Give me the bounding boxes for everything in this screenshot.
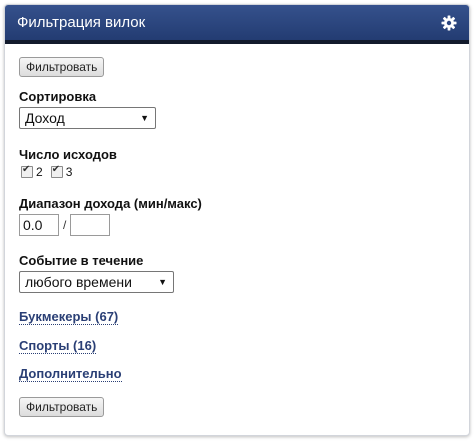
event-time-label: Событие в течение bbox=[19, 253, 144, 268]
sort-select[interactable]: Доход ▼ bbox=[19, 107, 156, 129]
dropdown-arrow-icon: ▼ bbox=[140, 113, 149, 123]
outcomes-checkboxes: 2 3 bbox=[19, 164, 117, 179]
income-range-section: Диапазон дохода (мин/макс) / bbox=[19, 196, 202, 236]
gear-icon[interactable] bbox=[441, 15, 457, 31]
event-time-select[interactable]: любого времени ▼ bbox=[19, 271, 174, 293]
dropdown-arrow-icon: ▼ bbox=[158, 277, 167, 287]
panel-title: Фильтрация вилок bbox=[17, 14, 146, 31]
outcome-option-3-label: 3 bbox=[65, 165, 73, 179]
sports-link[interactable]: Спорты (16) bbox=[19, 339, 97, 354]
panel-header: Фильтрация вилок bbox=[5, 5, 469, 44]
sort-selected-value: Доход bbox=[25, 110, 65, 126]
filter-button-bottom[interactable]: Фильтровать bbox=[19, 397, 105, 417]
filter-panel: Фильтрация вилок Фильтровать Сортировка … bbox=[4, 4, 470, 436]
outcome-option-2-label: 2 bbox=[36, 165, 43, 179]
outcomes-label: Число исходов bbox=[19, 147, 117, 162]
event-time-selected-value: любого времени bbox=[25, 274, 132, 290]
income-range-inputs: / bbox=[19, 214, 202, 236]
range-separator: / bbox=[63, 218, 67, 232]
bookmakers-link[interactable]: Букмекеры (67) bbox=[19, 310, 119, 325]
outcome-checkbox-2[interactable] bbox=[21, 164, 33, 178]
sort-label: Сортировка bbox=[19, 89, 97, 104]
income-min-input[interactable] bbox=[19, 214, 59, 236]
outcome-checkbox-3[interactable] bbox=[50, 164, 63, 178]
income-range-label: Диапазон дохода (мин/макс) bbox=[19, 196, 202, 211]
sort-section: Сортировка Доход ▼ bbox=[19, 89, 156, 129]
additional-link[interactable]: Дополнительно bbox=[19, 367, 122, 382]
outcomes-section: Число исходов 2 3 bbox=[19, 147, 117, 179]
event-time-section: Событие в течение любого времени ▼ bbox=[19, 253, 174, 293]
filter-button-top[interactable]: Фильтровать bbox=[19, 57, 105, 77]
income-max-input[interactable] bbox=[70, 214, 111, 236]
